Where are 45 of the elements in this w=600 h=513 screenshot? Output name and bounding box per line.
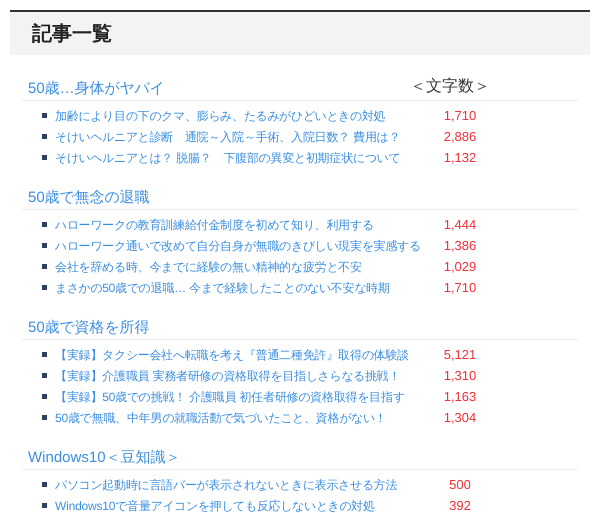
bullet-icon xyxy=(42,373,47,378)
count-column-label: ＜文字数＞ xyxy=(410,76,490,97)
character-count: 1,029 xyxy=(442,258,478,276)
bullet-icon xyxy=(42,415,47,420)
bullet-icon xyxy=(42,482,47,487)
article-link[interactable]: そけいヘルニアとは？ 脱腸？ 下腹部の異変と初期症状について xyxy=(55,148,430,166)
section-heading-link[interactable]: Windows10＜豆知識＞ xyxy=(28,447,181,469)
section-heading-link[interactable]: 50歳で資格を所得 xyxy=(28,317,150,339)
article-link[interactable]: 会社を辞める時、今までに経験の無い精神的な疲労と不安 xyxy=(55,258,430,276)
article-link[interactable]: そけいヘルニアと診断 通院～入院～手術、入院日数？ 費用は？ xyxy=(55,128,430,146)
article-link[interactable]: 【実録】50歳での挑戦！ 介護職員 初任者研修の資格取得を目指す xyxy=(55,388,430,406)
bullet-icon xyxy=(42,222,47,227)
article-link[interactable]: 加齢により目の下のクマ、膨らみ、たるみがひどいときの対処 xyxy=(55,106,430,124)
bullet-icon xyxy=(42,264,47,269)
bullet-icon xyxy=(42,394,47,399)
character-count: 1,710 xyxy=(442,278,478,297)
character-count: 5,121 xyxy=(442,346,478,364)
bullet-icon xyxy=(42,503,47,508)
article-link[interactable]: ハローワーク通いで改めて自分自身が無職のきびしい現実を実感する xyxy=(55,236,430,254)
article-link[interactable]: 【実録】タクシー会社へ転職を考え『普通二種免許』取得の体験談 xyxy=(55,346,430,364)
article-link[interactable]: パソコン起動時に言語バーが表示されないときに表示させる方法 xyxy=(55,476,430,494)
character-count: 500 xyxy=(448,476,472,494)
character-count: 2,886 xyxy=(442,128,478,146)
character-count: 1,710 xyxy=(442,106,478,125)
character-count: 1,310 xyxy=(442,366,478,385)
article-link[interactable]: 50歳で無職、中年男の就職活動で気づいたこと、資格がない！ xyxy=(55,408,430,426)
character-count: 1,444 xyxy=(442,216,478,234)
article-link[interactable]: ハローワークの教育訓練給付金制度を初めて知り、利用する xyxy=(55,216,430,234)
bullet-icon xyxy=(42,352,47,357)
character-count: 392 xyxy=(448,496,472,513)
page-title: 記事一覧 xyxy=(32,22,112,46)
bullet-icon xyxy=(42,243,47,248)
article-link[interactable]: 【実録】介護職員 実務者研修の資格取得を目指しさらなる挑戦！ xyxy=(55,366,430,384)
bullet-icon xyxy=(42,155,47,160)
article-link[interactable]: まさかの50歳での退職… 今まで経験したことのない不安な時期 xyxy=(55,278,430,296)
section-heading-link[interactable]: 50歳…身体がヤバイ xyxy=(28,78,165,100)
article-link[interactable]: Windows10で音量アイコンを押しても反応しないときの対処 xyxy=(55,496,430,513)
section-heading-link[interactable]: 50歳で無念の退職 xyxy=(28,187,150,209)
bullet-icon xyxy=(42,113,47,118)
character-count: 1,304 xyxy=(442,408,478,427)
character-count: 1,132 xyxy=(442,148,478,167)
bullet-icon xyxy=(42,285,47,290)
character-count: 1,163 xyxy=(442,388,478,406)
bullet-icon xyxy=(42,134,47,139)
character-count: 1,386 xyxy=(442,236,478,255)
